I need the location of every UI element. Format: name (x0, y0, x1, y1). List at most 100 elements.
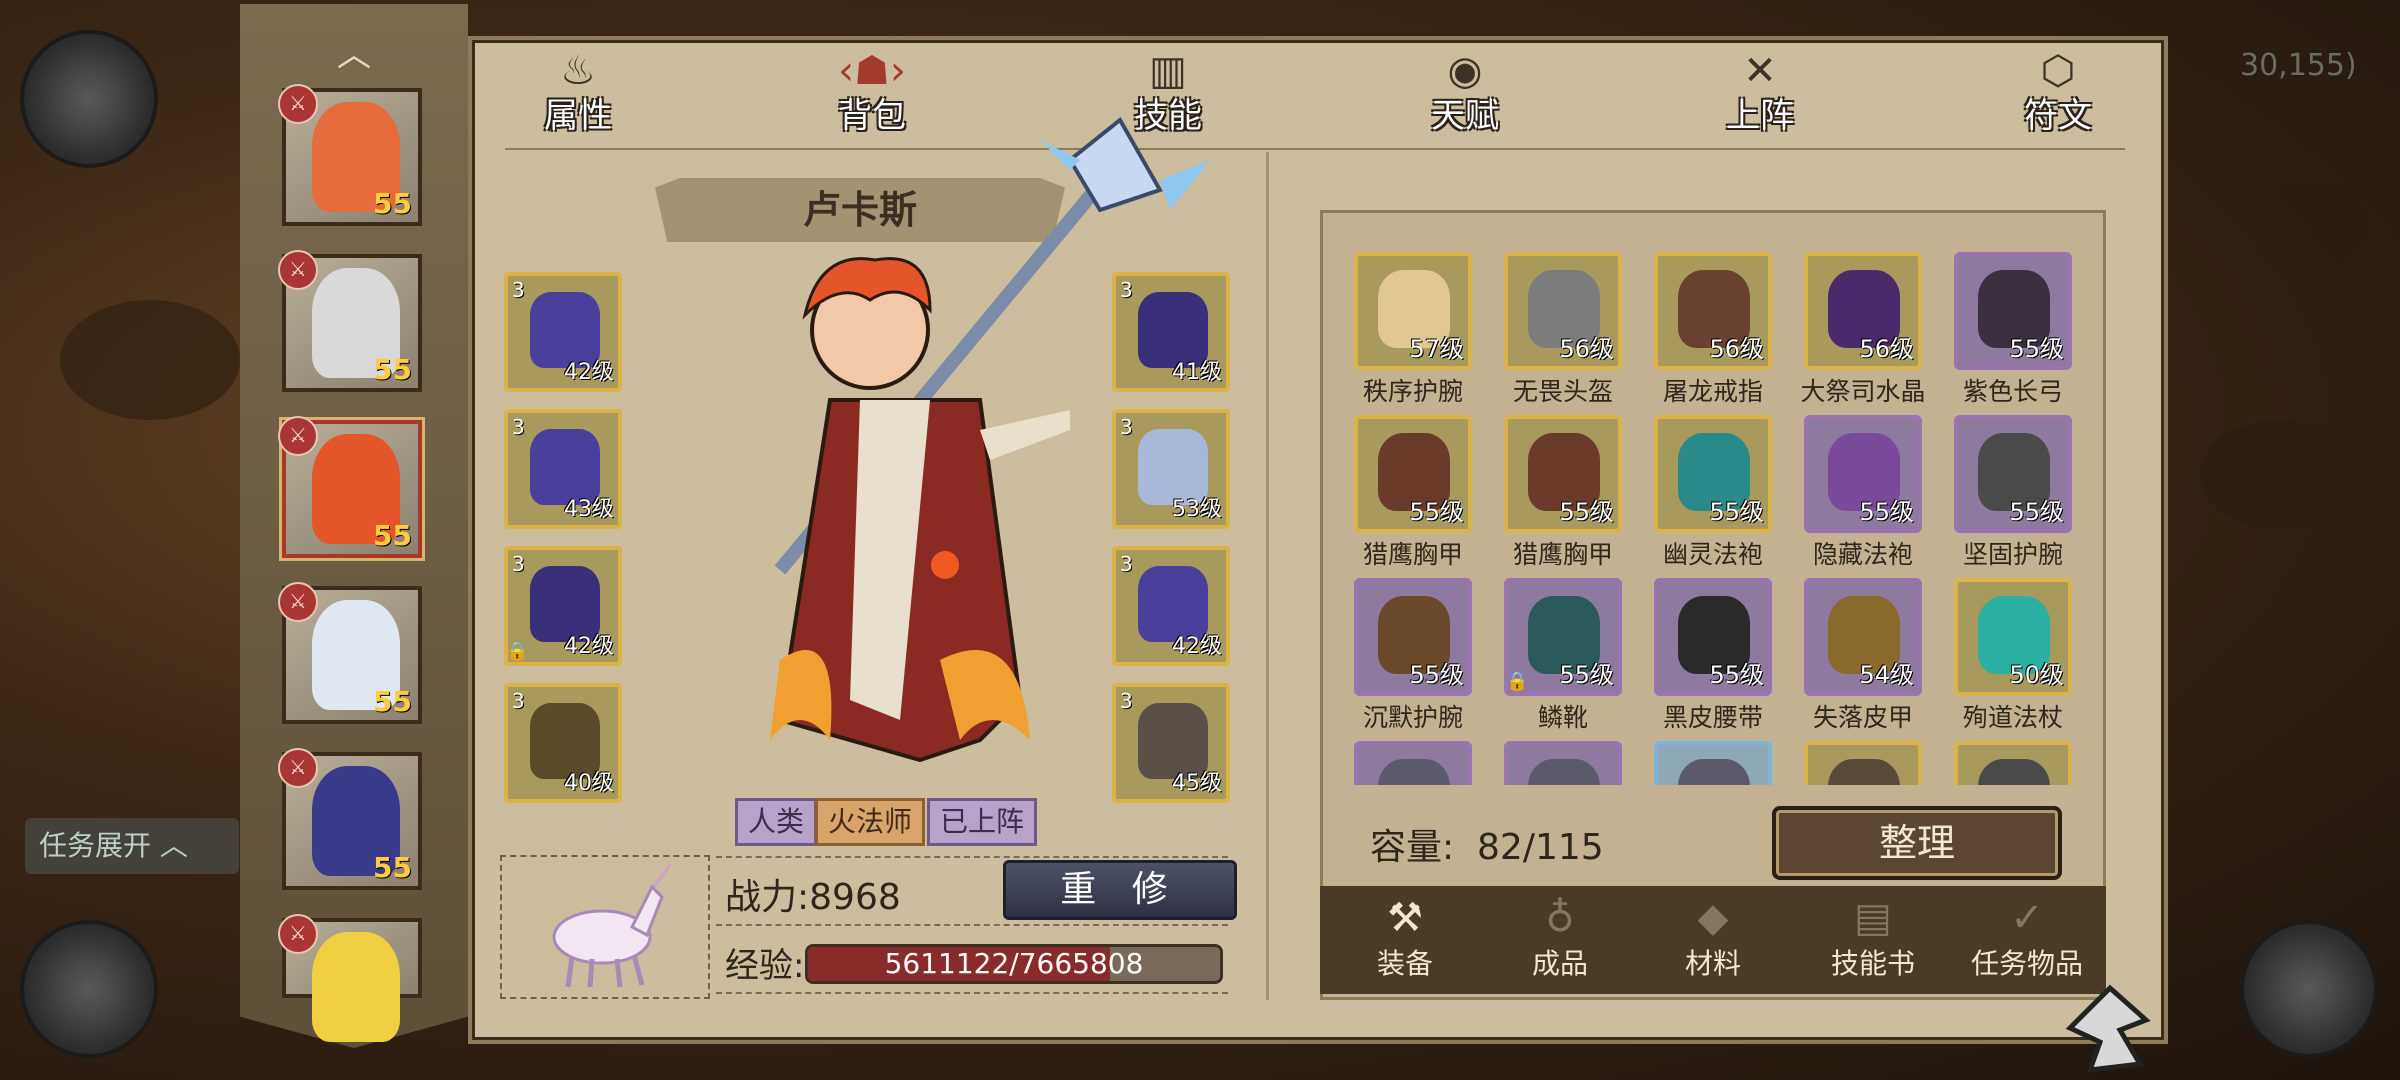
inventory-item[interactable]: 55级 (1504, 415, 1622, 533)
item-level: 50级 (2009, 661, 2064, 689)
category-quest-items[interactable]: ✓ 任务物品 (1952, 894, 2102, 982)
hero-card[interactable]: ⚔ 55 (278, 748, 422, 890)
mount-slot[interactable] (500, 855, 710, 999)
inventory-item[interactable]: 55级 (1804, 415, 1922, 533)
category-bar: ⚒ 装备 ♁ 成品 ◆ 材料 ▤ 技能书 ✓ 任务物品 (1320, 886, 2106, 994)
divider-line (716, 856, 1228, 858)
equipment-count: 3 (1120, 278, 1133, 302)
hero-card[interactable]: ⚔ 55 (278, 250, 422, 392)
item-name: 屠龙戒指 (1662, 377, 1763, 406)
scroll-up-arrow-icon[interactable]: ︿ (332, 38, 376, 72)
category-skill-books[interactable]: ▤ 技能书 (1798, 894, 1948, 982)
equipment-level: 40级 (564, 771, 614, 796)
task-toggle-label: 任务展开 (39, 829, 152, 862)
equipment-slot[interactable]: 3 42级 (504, 272, 622, 392)
equipment-count: 3 (512, 278, 525, 302)
equipment-level: 42级 (1172, 634, 1222, 659)
hammer-icon: ⚒ (1387, 895, 1423, 941)
combat-power: 战力:8968 (725, 877, 901, 918)
item-name: 大祭司水晶 (1800, 377, 1926, 406)
inventory-item[interactable]: 56级 (1804, 252, 1922, 370)
item-icon (1378, 759, 1450, 785)
staff-icon: ⚔ (278, 416, 318, 456)
hero-card[interactable]: ⚔ 55 (278, 416, 422, 558)
item-name: 幽灵法袍 (1662, 540, 1763, 569)
inventory-item[interactable] (1504, 741, 1622, 785)
task-toggle-button[interactable]: 任务展开 ︿ (25, 818, 239, 874)
inventory-item[interactable]: 55级 (1354, 415, 1472, 533)
map-button[interactable] (20, 920, 158, 1058)
inventory-item[interactable] (1654, 741, 1772, 785)
item-name: 鳞靴 (1537, 703, 1588, 732)
inventory-item[interactable]: 54级 (1804, 578, 1922, 696)
item-level: 54级 (1859, 661, 1914, 689)
equipment-slot[interactable]: 3 42级 (1112, 546, 1230, 666)
inventory-item[interactable]: 55级 (1354, 578, 1472, 696)
hero-card[interactable]: ⚔ 55 (278, 582, 422, 724)
sword-icon: ⚔ (278, 748, 318, 788)
hero-level: 55 (373, 851, 412, 884)
category-equipment[interactable]: ⚒ 装备 (1330, 894, 1480, 982)
equipment-slot[interactable]: 3 40级 (504, 683, 622, 803)
hero-card[interactable]: ⚔ 55 (278, 84, 422, 226)
item-icon (1828, 759, 1900, 785)
category-label: 成品 (1531, 947, 1588, 980)
equipment-slot[interactable]: 3 43级 (504, 409, 622, 529)
tab-label: 天赋 (1431, 96, 1499, 136)
panel-divider (1266, 152, 1269, 1000)
exp-bar: 5611122/7665808 (805, 944, 1223, 984)
sword-icon: ⚔ (278, 84, 318, 124)
item-level: 55级 (1559, 661, 1614, 689)
inventory-item[interactable] (1804, 741, 1922, 785)
inventory-item[interactable]: 56级 (1504, 252, 1622, 370)
inventory-item[interactable] (1954, 741, 2072, 785)
item-icon (1528, 759, 1600, 785)
equipment-count: 3 (512, 689, 525, 713)
equipment-slot[interactable]: 3 42级 🔒 (504, 546, 622, 666)
divider-line (716, 992, 1228, 994)
item-level: 55级 (2009, 498, 2064, 526)
inventory-item[interactable]: 55级 (1954, 252, 2072, 370)
hero-face-icon (312, 932, 400, 1042)
exp-label: 经验: (725, 946, 805, 986)
inventory-item[interactable]: 55级 (1654, 578, 1772, 696)
tab-talent[interactable]: ◉ 天赋 (1395, 46, 1535, 136)
hero-level: 55 (373, 187, 412, 220)
bg-rock (2250, 180, 2370, 270)
back-arrow-icon[interactable] (2050, 980, 2154, 1076)
inventory-item[interactable]: 56级 (1654, 252, 1772, 370)
equipment-slot[interactable]: 3 45级 (1112, 683, 1230, 803)
exp-value: 5611122/7665808 (884, 947, 1144, 980)
item-name: 无畏头盔 (1512, 377, 1613, 406)
inventory-item[interactable]: 55级 (1954, 415, 2072, 533)
item-level: 56级 (1559, 335, 1614, 363)
rebuild-button[interactable]: 重 修 (1003, 860, 1237, 920)
equipment-count: 3 (1120, 415, 1133, 439)
category-label: 任务物品 (1970, 947, 2083, 980)
item-level: 56级 (1709, 335, 1764, 363)
home-button[interactable] (2240, 920, 2378, 1058)
item-level: 57级 (1409, 335, 1464, 363)
inventory-item[interactable]: 55级 🔒 (1504, 578, 1622, 696)
item-name: 殉道法杖 (1962, 703, 2063, 732)
item-icon (1978, 759, 2050, 785)
tab-deploy[interactable]: ✕ 上阵 (1690, 46, 1830, 136)
equipment-slot[interactable]: 3 53级 (1112, 409, 1230, 529)
inventory-grid[interactable]: 57级 秩序护腕 56级 无畏头盔 56级 屠龙戒指 56级 大祭司水晶 55级 紫色长弓 55级猎… (1330, 230, 2090, 785)
tab-runes[interactable]: ⬡ 符文 (1988, 46, 2128, 136)
player-avatar[interactable] (20, 30, 158, 168)
inventory-item[interactable] (1354, 741, 1472, 785)
item-name: 紫色长弓 (1962, 377, 2063, 406)
inventory-item[interactable]: 57级 (1354, 252, 1472, 370)
inventory-item[interactable]: 55级 (1654, 415, 1772, 533)
inventory-item[interactable]: 50级 (1954, 578, 2072, 696)
category-products[interactable]: ♁ 成品 (1485, 894, 1635, 982)
item-level: 55级 (1859, 498, 1914, 526)
equipment-slot[interactable]: 3 41级 (1112, 272, 1230, 392)
sort-button[interactable]: 整理 (1772, 806, 2062, 880)
tag-race: 人类 (735, 798, 818, 846)
category-label: 技能书 (1830, 947, 1915, 980)
item-name: 猎鹰胸甲 (1512, 540, 1613, 569)
category-materials[interactable]: ◆ 材料 (1638, 894, 1788, 982)
hero-card[interactable]: ⚔ (278, 914, 422, 1042)
